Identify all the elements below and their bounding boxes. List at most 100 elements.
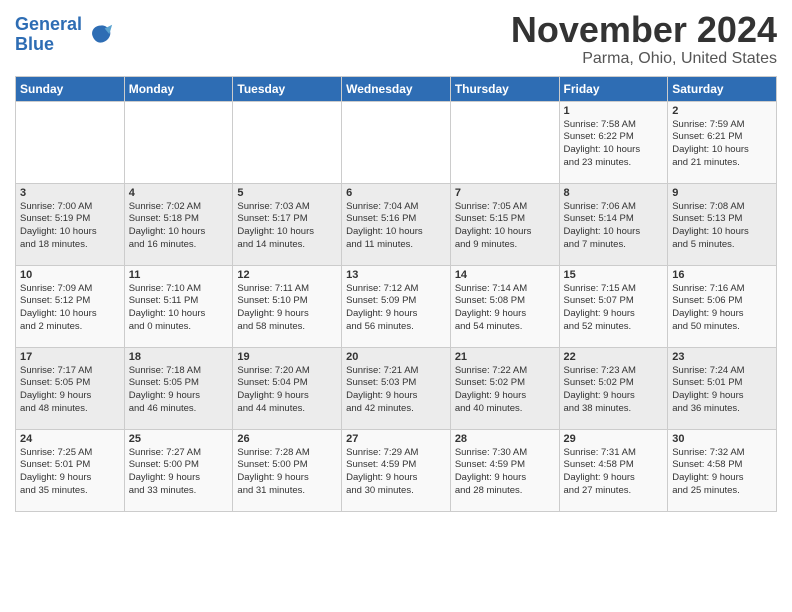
calendar-cell: 7 Sunrise: 7:05 AM Sunset: 5:15 PM Daylig… bbox=[450, 183, 559, 265]
cell-content: Sunrise: 7:32 AM Sunset: 4:58 PM Dayligh… bbox=[672, 447, 772, 498]
cell-content: Sunrise: 7:03 AM Sunset: 5:17 PM Dayligh… bbox=[237, 201, 337, 252]
day-number: 20 bbox=[346, 351, 446, 363]
calendar-cell: 6 Sunrise: 7:04 AM Sunset: 5:16 PM Daylig… bbox=[342, 183, 451, 265]
cell-content: Sunrise: 7:30 AM Sunset: 4:59 PM Dayligh… bbox=[455, 447, 555, 498]
calendar-cell bbox=[233, 101, 342, 183]
day-number: 29 bbox=[564, 433, 664, 445]
cell-content: Sunrise: 7:16 AM Sunset: 5:06 PM Dayligh… bbox=[672, 283, 772, 334]
day-number: 7 bbox=[455, 187, 555, 199]
calendar-cell: 11Sunrise: 7:10 AM Sunset: 5:11 PM Dayli… bbox=[124, 265, 233, 347]
cell-content: Sunrise: 7:04 AM Sunset: 5:16 PM Dayligh… bbox=[346, 201, 446, 252]
cell-content: Sunrise: 7:21 AM Sunset: 5:03 PM Dayligh… bbox=[346, 365, 446, 416]
weekday-tuesday: Tuesday bbox=[233, 76, 342, 101]
cell-content: Sunrise: 7:14 AM Sunset: 5:08 PM Dayligh… bbox=[455, 283, 555, 334]
calendar-cell: 29 Sunrise: 7:31 AM Sunset: 4:58 PM Dayli… bbox=[559, 429, 668, 511]
calendar-week-2: 3Sunrise: 7:00 AM Sunset: 5:19 PM Daylig… bbox=[16, 183, 777, 265]
calendar-cell: 20 Sunrise: 7:21 AM Sunset: 5:03 PM Dayli… bbox=[342, 347, 451, 429]
cell-content: Sunrise: 7:25 AM Sunset: 5:01 PM Dayligh… bbox=[20, 447, 120, 498]
day-number: 8 bbox=[564, 187, 664, 199]
calendar-cell bbox=[16, 101, 125, 183]
cell-content: Sunrise: 7:05 AM Sunset: 5:15 PM Dayligh… bbox=[455, 201, 555, 252]
cell-content: Sunrise: 7:12 AM Sunset: 5:09 PM Dayligh… bbox=[346, 283, 446, 334]
day-number: 10 bbox=[20, 269, 120, 281]
month-title: November 2024 bbox=[511, 10, 777, 50]
calendar-cell: 2 Sunrise: 7:59 AM Sunset: 6:21 PM Daylig… bbox=[668, 101, 777, 183]
calendar-cell: 26 Sunrise: 7:28 AM Sunset: 5:00 PM Dayli… bbox=[233, 429, 342, 511]
calendar-week-5: 24 Sunrise: 7:25 AM Sunset: 5:01 PM Dayli… bbox=[16, 429, 777, 511]
cell-content: Sunrise: 7:58 AM Sunset: 6:22 PM Dayligh… bbox=[564, 119, 664, 170]
calendar-table: SundayMondayTuesdayWednesdayThursdayFrid… bbox=[15, 76, 777, 512]
calendar-cell: 3Sunrise: 7:00 AM Sunset: 5:19 PM Daylig… bbox=[16, 183, 125, 265]
calendar-header: SundayMondayTuesdayWednesdayThursdayFrid… bbox=[16, 76, 777, 101]
calendar-cell: 22 Sunrise: 7:23 AM Sunset: 5:02 PM Dayli… bbox=[559, 347, 668, 429]
day-number: 12 bbox=[237, 269, 337, 281]
page-container: General Blue November 2024 Parma, Ohio, … bbox=[0, 0, 792, 517]
cell-content: Sunrise: 7:27 AM Sunset: 5:00 PM Dayligh… bbox=[129, 447, 229, 498]
calendar-cell: 14 Sunrise: 7:14 AM Sunset: 5:08 PM Dayli… bbox=[450, 265, 559, 347]
day-number: 19 bbox=[237, 351, 337, 363]
cell-content: Sunrise: 7:11 AM Sunset: 5:10 PM Dayligh… bbox=[237, 283, 337, 334]
calendar-cell: 1 Sunrise: 7:58 AM Sunset: 6:22 PM Daylig… bbox=[559, 101, 668, 183]
day-number: 22 bbox=[564, 351, 664, 363]
location: Parma, Ohio, United States bbox=[511, 50, 777, 68]
day-number: 18 bbox=[129, 351, 229, 363]
calendar-week-1: 1 Sunrise: 7:58 AM Sunset: 6:22 PM Daylig… bbox=[16, 101, 777, 183]
weekday-sunday: Sunday bbox=[16, 76, 125, 101]
day-number: 6 bbox=[346, 187, 446, 199]
calendar-cell: 15Sunrise: 7:15 AM Sunset: 5:07 PM Dayli… bbox=[559, 265, 668, 347]
calendar-cell: 25 Sunrise: 7:27 AM Sunset: 5:00 PM Dayli… bbox=[124, 429, 233, 511]
day-number: 4 bbox=[129, 187, 229, 199]
calendar-cell bbox=[342, 101, 451, 183]
calendar-cell: 8 Sunrise: 7:06 AM Sunset: 5:14 PM Daylig… bbox=[559, 183, 668, 265]
day-number: 11 bbox=[129, 269, 229, 281]
day-number: 5 bbox=[237, 187, 337, 199]
weekday-thursday: Thursday bbox=[450, 76, 559, 101]
calendar-cell: 27Sunrise: 7:29 AM Sunset: 4:59 PM Dayli… bbox=[342, 429, 451, 511]
calendar-cell: 24 Sunrise: 7:25 AM Sunset: 5:01 PM Dayli… bbox=[16, 429, 125, 511]
weekday-saturday: Saturday bbox=[668, 76, 777, 101]
cell-content: Sunrise: 7:08 AM Sunset: 5:13 PM Dayligh… bbox=[672, 201, 772, 252]
calendar-body: 1 Sunrise: 7:58 AM Sunset: 6:22 PM Daylig… bbox=[16, 101, 777, 511]
calendar-cell: 12 Sunrise: 7:11 AM Sunset: 5:10 PM Dayli… bbox=[233, 265, 342, 347]
weekday-monday: Monday bbox=[124, 76, 233, 101]
cell-content: Sunrise: 7:31 AM Sunset: 4:58 PM Dayligh… bbox=[564, 447, 664, 498]
calendar-cell: 16 Sunrise: 7:16 AM Sunset: 5:06 PM Dayli… bbox=[668, 265, 777, 347]
day-number: 14 bbox=[455, 269, 555, 281]
day-number: 17 bbox=[20, 351, 120, 363]
calendar-cell: 28 Sunrise: 7:30 AM Sunset: 4:59 PM Dayli… bbox=[450, 429, 559, 511]
calendar-cell: 18 Sunrise: 7:18 AM Sunset: 5:05 PM Dayli… bbox=[124, 347, 233, 429]
calendar-cell bbox=[124, 101, 233, 183]
cell-content: Sunrise: 7:24 AM Sunset: 5:01 PM Dayligh… bbox=[672, 365, 772, 416]
title-block: November 2024 Parma, Ohio, United States bbox=[511, 10, 777, 68]
calendar-cell: 10Sunrise: 7:09 AM Sunset: 5:12 PM Dayli… bbox=[16, 265, 125, 347]
calendar-cell: 17 Sunrise: 7:17 AM Sunset: 5:05 PM Dayli… bbox=[16, 347, 125, 429]
weekday-wednesday: Wednesday bbox=[342, 76, 451, 101]
cell-content: Sunrise: 7:28 AM Sunset: 5:00 PM Dayligh… bbox=[237, 447, 337, 498]
calendar-cell: 13 Sunrise: 7:12 AM Sunset: 5:09 PM Dayli… bbox=[342, 265, 451, 347]
calendar-cell: 19 Sunrise: 7:20 AM Sunset: 5:04 PM Dayli… bbox=[233, 347, 342, 429]
calendar-week-3: 10Sunrise: 7:09 AM Sunset: 5:12 PM Dayli… bbox=[16, 265, 777, 347]
cell-content: Sunrise: 7:02 AM Sunset: 5:18 PM Dayligh… bbox=[129, 201, 229, 252]
day-number: 26 bbox=[237, 433, 337, 445]
calendar-cell: 23Sunrise: 7:24 AM Sunset: 5:01 PM Dayli… bbox=[668, 347, 777, 429]
day-number: 28 bbox=[455, 433, 555, 445]
cell-content: Sunrise: 7:20 AM Sunset: 5:04 PM Dayligh… bbox=[237, 365, 337, 416]
day-number: 2 bbox=[672, 105, 772, 117]
day-number: 1 bbox=[564, 105, 664, 117]
day-number: 16 bbox=[672, 269, 772, 281]
logo: General Blue bbox=[15, 15, 114, 55]
day-number: 13 bbox=[346, 269, 446, 281]
cell-content: Sunrise: 7:23 AM Sunset: 5:02 PM Dayligh… bbox=[564, 365, 664, 416]
calendar-cell: 30Sunrise: 7:32 AM Sunset: 4:58 PM Dayli… bbox=[668, 429, 777, 511]
cell-content: Sunrise: 7:06 AM Sunset: 5:14 PM Dayligh… bbox=[564, 201, 664, 252]
calendar-cell: 4 Sunrise: 7:02 AM Sunset: 5:18 PM Daylig… bbox=[124, 183, 233, 265]
cell-content: Sunrise: 7:59 AM Sunset: 6:21 PM Dayligh… bbox=[672, 119, 772, 170]
header: General Blue November 2024 Parma, Ohio, … bbox=[15, 10, 777, 68]
cell-content: Sunrise: 7:18 AM Sunset: 5:05 PM Dayligh… bbox=[129, 365, 229, 416]
cell-content: Sunrise: 7:17 AM Sunset: 5:05 PM Dayligh… bbox=[20, 365, 120, 416]
day-number: 24 bbox=[20, 433, 120, 445]
logo-icon bbox=[86, 21, 114, 49]
weekday-header-row: SundayMondayTuesdayWednesdayThursdayFrid… bbox=[16, 76, 777, 101]
day-number: 25 bbox=[129, 433, 229, 445]
day-number: 3 bbox=[20, 187, 120, 199]
